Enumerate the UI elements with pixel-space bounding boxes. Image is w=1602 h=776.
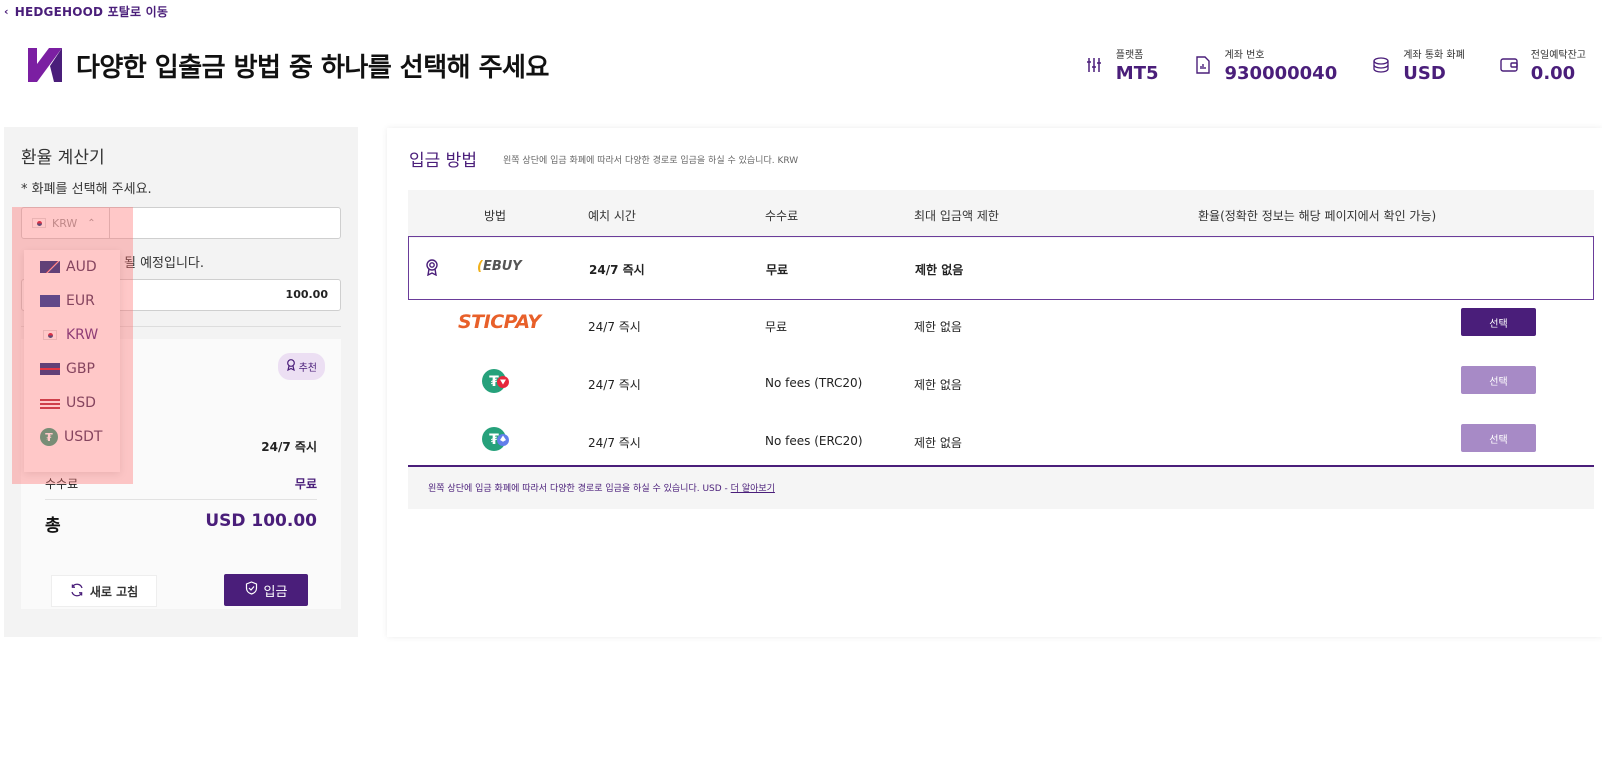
total-value: USD 100.00 [205,511,317,531]
total-row: 총 USD 100.00 [45,511,317,536]
select-button[interactable]: 선택 [1461,424,1536,452]
learn-more-link[interactable]: 더 알아보기 [731,484,775,494]
row-limit: 제한 없음 [914,378,962,392]
deposit-label: 입금 [263,584,288,600]
methods-footer: 왼쪽 상단에 입금 화폐에 따라서 다양한 경로로 입금을 하실 수 있습니다.… [408,465,1594,509]
currency-select-prompt: * 화폐를 선택해 주세요. [21,182,152,197]
summary-divider [45,499,317,500]
footer-text: 왼쪽 상단에 입금 화폐에 따라서 다양한 경로로 입금을 하실 수 있습니다.… [428,484,728,494]
chevron-left-icon: ‹ [4,5,9,18]
account-info-bar: 플랫폼 MT5 계좌 번호 930000040 계좌 통화 화폐 USD 전일예… [1084,46,1586,84]
methods-subtitle: 왼쪽 상단에 입금 화폐에 따라서 다양한 경로로 입금을 하실 수 있습니다.… [503,156,799,166]
col-rate: 환율(정확한 정보는 해당 페이지에서 확인 가능) [1198,209,1437,223]
award-icon [286,359,296,374]
award-icon [425,259,439,279]
page-title: 다양한 입출금 방법 중 하나를 선택해 주세요 [76,52,549,83]
row-time: 24/7 즉시 [588,436,641,450]
time-value: 24/7 즉시 [261,440,317,454]
deposit-button[interactable]: 입금 [224,574,308,606]
ebuy-logo: (EBUY [477,259,522,274]
row-fee: No fees (ERC20) [765,434,863,448]
balance-value: 0.00 [1530,63,1576,84]
fee-value: 무료 [294,477,317,491]
col-fee: 수수료 [765,209,799,223]
account-number-info: 계좌 번호 930000040 [1193,46,1338,84]
balance-info: 전일예탁잔고 0.00 [1499,46,1586,84]
platform-value: MT5 [1115,63,1159,84]
currency-value: USD [1403,63,1446,84]
row-fee: No fees (TRC20) [765,376,863,390]
back-link-label: HEDGEHOOD 포탈로 이동 [14,5,169,19]
platform-label: 플랫폼 [1115,50,1144,61]
methods-title: 입금 방법 [409,151,477,171]
row-fee: 무료 [766,263,789,277]
dropdown-highlight-overlay [12,207,133,484]
document-chart-icon [1193,55,1213,75]
conversion-note: 될 예정입니다. [124,256,205,271]
brand-logo [28,48,62,82]
account-number-label: 계좌 번호 [1224,50,1265,61]
row-fee: 무료 [765,320,788,334]
row-limit: 제한 없음 [914,436,962,450]
col-method: 방법 [484,209,507,223]
sliders-icon [1084,55,1104,75]
page-header: 다양한 입출금 방법 중 하나를 선택해 주세요 [24,44,549,86]
select-button[interactable]: 선택 [1461,366,1536,394]
back-to-portal-link[interactable]: ‹ HEDGEHOOD 포탈로 이동 [4,3,168,20]
method-row-sticpay[interactable]: STICPAY 24/7 즉시 무료 제한 없음 선택 [408,294,1594,354]
sticpay-logo: STICPAY [458,311,541,333]
recommended-badge: 추천 [277,353,325,380]
platform-info: 플랫폼 MT5 [1084,46,1159,84]
shield-check-icon [245,581,258,599]
refresh-button[interactable]: 새로 고침 [51,575,157,607]
coins-icon [1371,55,1391,75]
currency-info: 계좌 통화 화폐 USD [1371,46,1465,84]
col-limit: 최대 입금액 제한 [914,209,999,223]
account-number-value: 930000040 [1224,63,1338,84]
method-row-usdt-erc20[interactable]: ₮ 24/7 즉시 No fees (ERC20) 제한 없음 선택 [408,410,1594,470]
deposit-methods-panel: 입금 방법 왼쪽 상단에 입금 화폐에 따라서 다양한 경로로 입금을 하실 수… [387,128,1602,637]
calculator-title: 환율 계산기 [21,148,105,168]
wallet-icon [1499,55,1519,75]
tether-trc20-icon: ₮ [482,369,509,393]
recommended-label: 추천 [298,363,317,374]
methods-table-header: 방법 예치 시간 수수료 최대 입금액 제한 환율(정확한 정보는 해당 페이지… [408,190,1594,238]
row-time: 24/7 즉시 [589,263,645,277]
row-time: 24/7 즉시 [588,378,641,392]
select-button[interactable]: 선택 [1461,308,1536,336]
row-limit: 제한 없음 [914,320,962,334]
total-label: 총 [45,516,61,536]
refresh-label: 새로 고침 [89,584,139,599]
tether-erc20-icon: ₮ [482,427,509,451]
refresh-icon [70,583,84,600]
row-time: 24/7 즉시 [588,320,641,334]
row-limit: 제한 없음 [915,263,964,277]
currency-label: 계좌 통화 화폐 [1403,50,1465,61]
method-row-ebuy[interactable]: (EBUY 24/7 즉시 무료 제한 없음 [408,236,1594,300]
method-row-usdt-trc20[interactable]: ₮ 24/7 즉시 No fees (TRC20) 제한 없음 선택 [408,352,1594,412]
col-time: 예치 시간 [588,209,636,223]
balance-label: 전일예탁잔고 [1530,50,1586,61]
